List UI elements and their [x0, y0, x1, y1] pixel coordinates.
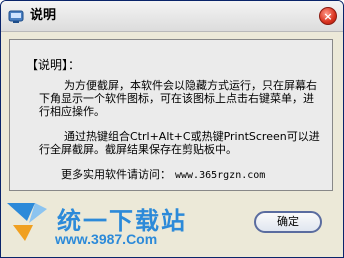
- close-button[interactable]: ×: [319, 7, 337, 25]
- info-paragraph-1: 为方便截屏，本软件会以隐藏方式运行，只在屏幕右下角显示一个软件图标，可在该图标上…: [39, 79, 317, 118]
- title-bar[interactable]: 说明 ×: [1, 1, 343, 32]
- more-software-label: 更多实用软件请访问：: [61, 168, 171, 181]
- info-heading: 【说明】：: [26, 58, 81, 72]
- close-icon: ×: [323, 10, 333, 23]
- watermark-logo: 统一下载站 www.3987.Com: [5, 197, 235, 257]
- watermark-url: www.3987.Com: [55, 231, 158, 247]
- dialog-window: 说明 × 【说明】： 为方便截屏，本软件会以隐藏方式运行，只在屏幕右下角显示一个…: [0, 0, 344, 258]
- window-title: 说明: [30, 8, 57, 23]
- info-paragraph-2: 通过热键组合Ctrl+Alt+C或热键PrintScreen可以进行全屏截屏。截…: [39, 130, 320, 156]
- download-logo-icon: [7, 203, 47, 241]
- app-icon: [8, 10, 24, 23]
- more-software-line: 更多实用软件请访问： www.365rgzn.com: [61, 166, 265, 182]
- more-software-url: www.365rgzn.com: [175, 170, 266, 181]
- ok-button[interactable]: 确定: [254, 211, 322, 233]
